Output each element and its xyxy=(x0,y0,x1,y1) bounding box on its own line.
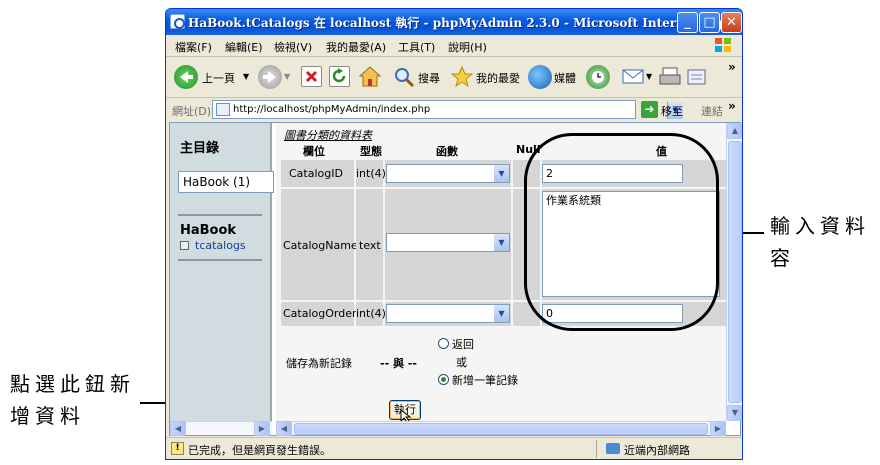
radio-selected-dot xyxy=(441,377,446,382)
favorites-star-icon[interactable] xyxy=(450,65,474,89)
intranet-zone-icon xyxy=(606,443,620,454)
row3-type: int(4) xyxy=(356,307,386,320)
row2-field: CatalogName xyxy=(283,239,358,252)
menu-favorites[interactable]: 我的最愛(A) xyxy=(326,39,386,55)
back-icon[interactable] xyxy=(174,65,198,89)
database-select[interactable]: HaBook (1) xyxy=(178,171,274,193)
database-name[interactable]: HaBook xyxy=(180,223,236,238)
status-text: 已完成，但是網頁發生錯誤。 xyxy=(188,444,331,457)
refresh-icon[interactable] xyxy=(329,66,350,87)
left-divider-bottom xyxy=(178,259,262,261)
or-label: 或 xyxy=(456,356,467,369)
scroll-thumb[interactable] xyxy=(728,141,742,403)
left-scroll-left-arrow-icon[interactable]: ◀ xyxy=(170,421,186,436)
left-divider-top xyxy=(178,214,262,216)
left-frame: 主目錄 HaBook (1) HaBook tcatalogs xyxy=(170,123,274,435)
right-horizontal-scrollbar[interactable]: ◀ ▶ xyxy=(276,421,726,436)
menu-file[interactable]: 檔案(F) xyxy=(175,39,212,55)
header-function: 函數 xyxy=(436,145,458,158)
row1-field: CatalogID xyxy=(289,167,343,180)
stop-icon[interactable] xyxy=(301,66,322,87)
warning-icon[interactable]: ! xyxy=(171,442,184,455)
row3-field: CatalogOrder xyxy=(283,307,357,320)
row3-function-select[interactable]: ▼ xyxy=(386,304,510,323)
left-scroll-right-arrow-icon[interactable]: ▶ xyxy=(254,421,270,436)
table-icon xyxy=(180,241,189,250)
address-label: 網址(D) xyxy=(172,105,212,118)
menu-view[interactable]: 檢視(V) xyxy=(274,39,312,55)
menu-bar: 檔案(F) 編輯(E) 檢視(V) 我的最愛(A) 工具(T) 說明(H) xyxy=(166,35,742,57)
print-icon[interactable] xyxy=(658,65,682,89)
edit-icon[interactable] xyxy=(686,67,708,87)
search-button[interactable]: 搜尋 xyxy=(418,70,440,86)
ie-app-icon xyxy=(170,14,185,29)
and-label: -- 與 -- xyxy=(380,357,417,370)
right-scroll-left-arrow-icon[interactable]: ◀ xyxy=(276,421,292,436)
ie-window: HaBook.tCatalogs 在 localhost 執行 - phpMyA… xyxy=(165,8,743,460)
forward-icon[interactable] xyxy=(258,65,282,89)
row2-function-dropdown-icon[interactable]: ▼ xyxy=(494,234,509,251)
media-globe-icon[interactable] xyxy=(528,65,552,89)
toolbar-more-chevron-icon[interactable]: » xyxy=(728,60,736,74)
back-dropdown-icon[interactable]: ▼ xyxy=(243,72,249,81)
menu-edit[interactable]: 編輯(E) xyxy=(225,39,263,55)
links-label[interactable]: 連結 xyxy=(701,103,723,119)
row1-function-select[interactable]: ▼ xyxy=(386,164,510,183)
status-divider xyxy=(596,440,597,458)
highlight-ellipse xyxy=(524,133,719,331)
row1-function-dropdown-icon[interactable]: ▼ xyxy=(494,165,509,182)
go-arrow-icon[interactable]: ➜ xyxy=(641,101,658,118)
row2-function-select[interactable]: ▼ xyxy=(386,233,510,252)
page-icon xyxy=(216,103,230,116)
radio-back[interactable] xyxy=(438,338,449,349)
toolbar: 上一頁 ▼ ▼ 搜尋 我的最愛 媒體 ▼ » xyxy=(166,58,742,98)
row2-type: text xyxy=(359,239,381,252)
table-caption: 圖書分類的資料表 xyxy=(284,129,372,142)
mail-dropdown-icon[interactable]: ▼ xyxy=(646,72,652,81)
row1-type: int(4) xyxy=(356,167,386,180)
address-url: http://localhost/phpMyAdmin/index.php xyxy=(233,104,431,115)
right-frame: 圖書分類的資料表 欄位 型態 函數 Null 值 CatalogID int(4… xyxy=(276,123,726,421)
menu-help[interactable]: 說明(H) xyxy=(448,39,487,55)
maximize-button[interactable]: □ xyxy=(699,12,720,33)
forward-dropdown-icon[interactable]: ▼ xyxy=(284,72,290,81)
zone-label: 近端內部網路 xyxy=(624,444,690,457)
radio-back-label[interactable]: 返回 xyxy=(452,336,474,352)
mouse-cursor-icon xyxy=(400,409,412,421)
page-content: 主目錄 HaBook (1) HaBook tcatalogs 圖書分類的資料表… xyxy=(169,122,742,436)
status-bar: ! 已完成，但是網頁發生錯誤。 近端內部網路 xyxy=(166,437,742,459)
scroll-down-arrow-icon[interactable]: ▼ xyxy=(727,405,742,421)
media-button[interactable]: 媒體 xyxy=(554,70,576,86)
header-field: 欄位 xyxy=(303,145,325,158)
links-more-chevron-icon[interactable]: » xyxy=(728,99,736,113)
go-button[interactable]: 移至 xyxy=(661,103,683,119)
favorites-button[interactable]: 我的最愛 xyxy=(476,70,520,86)
home-icon[interactable] xyxy=(358,65,382,89)
minimize-button[interactable]: _ xyxy=(677,12,698,33)
header-type: 型態 xyxy=(360,145,382,158)
search-icon[interactable] xyxy=(392,65,416,89)
address-bar: 網址(D) http://localhost/phpMyAdmin/index.… xyxy=(166,99,742,121)
title-bar[interactable]: HaBook.tCatalogs 在 localhost 執行 - phpMyA… xyxy=(166,9,742,35)
windows-logo-icon xyxy=(715,38,731,52)
hscroll-thumb[interactable] xyxy=(294,423,708,435)
close-button[interactable]: ✕ xyxy=(721,12,742,33)
right-scroll-right-arrow-icon[interactable]: ▶ xyxy=(710,421,726,436)
home-link[interactable]: 主目錄 xyxy=(180,137,219,156)
window-title: HaBook.tCatalogs 在 localhost 執行 - phpMyA… xyxy=(188,16,743,30)
table-link[interactable]: tcatalogs xyxy=(195,239,246,252)
row3-function-dropdown-icon[interactable]: ▼ xyxy=(494,305,509,322)
radio-insert-another[interactable] xyxy=(438,374,449,385)
save-as-label: 儲存為新記錄 xyxy=(286,357,352,370)
screenshot-stage: 輸入資料 容 點選此鈕新 增資料 HaBook.tCatalogs 在 loca… xyxy=(0,0,880,465)
scroll-up-arrow-icon[interactable]: ▲ xyxy=(727,123,742,139)
mail-icon[interactable] xyxy=(622,67,644,85)
left-horizontal-scrollbar[interactable]: ◀ ▶ xyxy=(170,421,272,436)
right-vertical-scrollbar[interactable]: ▲ ▼ xyxy=(726,123,742,421)
history-icon[interactable] xyxy=(586,65,610,89)
menu-tools[interactable]: 工具(T) xyxy=(398,39,435,55)
address-input[interactable]: http://localhost/phpMyAdmin/index.php ▼ xyxy=(212,100,683,119)
back-button[interactable]: 上一頁 xyxy=(202,70,235,86)
radio-insert-another-label[interactable]: 新增一筆記錄 xyxy=(452,372,518,388)
